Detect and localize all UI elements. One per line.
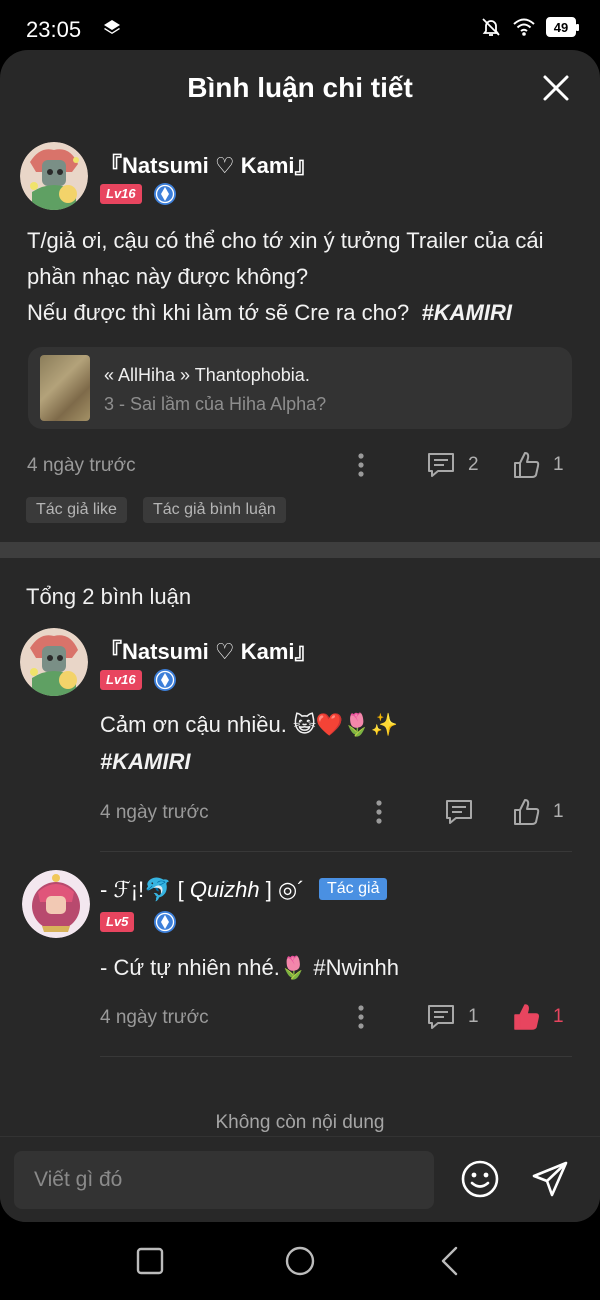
comment-count-button[interactable]: 1 [426, 1002, 479, 1032]
avatar[interactable] [22, 870, 90, 938]
hashtag-link[interactable]: #KAMIRI [422, 300, 512, 325]
story-title: « AllHiha » Thantophobia. [104, 365, 310, 385]
bell-off-icon [482, 18, 500, 36]
level-badge: Lv16 [100, 184, 142, 204]
reply-text-line-1: - Cứ tự nhiên nhé.🌷 #Nwinhh [100, 955, 399, 980]
like-count: 1 [553, 1006, 564, 1027]
thumbs-up-icon [514, 799, 540, 825]
status-time: 23:05 [26, 17, 82, 42]
comment-input[interactable] [14, 1151, 434, 1209]
system-nav-bar [0, 1222, 600, 1300]
end-of-content-label: Không còn nội dung [215, 1112, 385, 1133]
reply-separator [100, 1056, 572, 1057]
section-divider [0, 542, 600, 558]
battery-indicator: 49 [546, 17, 579, 37]
user-name[interactable]: 『Natsumi ♡ Kami』 [100, 148, 317, 180]
like-button-active[interactable]: 1 [511, 1002, 564, 1032]
hashtag-link[interactable]: #KAMIRI [100, 744, 190, 780]
diamond-badge-icon [154, 911, 176, 933]
reply-text-line-1: Cảm ơn cậu nhiều. 😺❤️🌷✨ [100, 712, 399, 737]
like-count: 1 [553, 801, 564, 822]
wifi-icon [513, 18, 535, 36]
page-title: Bình luận chi tiết [187, 72, 413, 103]
author-tag: Tác giả [319, 878, 388, 900]
comment-text-line-1: T/giả ơi, cậu có thể cho tớ xin ý tưởng … [27, 228, 544, 253]
level-badge: Lv16 [100, 670, 142, 690]
total-comments-label: Tổng 2 bình luận [26, 584, 192, 609]
author-liked-chip: Tác giả like [26, 497, 127, 523]
emoji-icon[interactable] [460, 1159, 500, 1199]
user-name[interactable]: - ℱ¡!🐬 [ Quizhh ] ◎´ [100, 877, 304, 903]
close-icon[interactable] [542, 74, 570, 102]
comment-time: 4 ngày trước [27, 455, 136, 476]
comment-detail-sheet: Bình luận chi tiết 『Natsumi ♡ Kami』 Lv16… [0, 50, 600, 1222]
home-icon[interactable] [283, 1244, 317, 1278]
comment-count: 1 [468, 1006, 479, 1027]
reply-time: 4 ngày trước [100, 802, 209, 823]
comment-text-line-3: Nếu được thì khi làm tớ sẽ Cre ra cho? #… [27, 300, 512, 325]
send-icon[interactable] [530, 1159, 570, 1199]
level-badge: Lv5 [100, 912, 135, 932]
recent-apps-icon[interactable] [133, 1244, 167, 1278]
like-count: 1 [553, 454, 564, 475]
layers-icon [104, 20, 120, 34]
thumbs-up-filled-icon [514, 1004, 539, 1030]
reply-time: 4 ngày trước [100, 1007, 209, 1028]
avatar[interactable] [20, 628, 88, 696]
comment-icon [446, 800, 472, 824]
diamond-badge-icon [154, 669, 176, 691]
like-button[interactable]: 1 [511, 797, 564, 827]
like-button[interactable]: 1 [511, 450, 564, 480]
more-options-icon[interactable] [375, 799, 383, 825]
thumbs-up-icon [514, 452, 540, 478]
linked-story-card[interactable]: « AllHiha » Thantophobia. 3 - Sai lầm củ… [28, 347, 572, 429]
back-icon[interactable] [433, 1244, 467, 1278]
comment-count: 2 [468, 454, 479, 475]
diamond-badge-icon [154, 183, 176, 205]
sheet-header: Bình luận chi tiết [0, 50, 600, 126]
avatar[interactable] [20, 142, 88, 210]
comment-count-button[interactable]: 2 [426, 450, 479, 480]
comment-icon [428, 453, 454, 477]
status-icons: 49 [480, 16, 579, 38]
comment-icon [428, 1005, 454, 1029]
reply-button[interactable] [444, 797, 474, 827]
reply-separator [100, 851, 572, 852]
more-options-icon[interactable] [357, 452, 365, 478]
author-commented-chip: Tác giả bình luận [143, 497, 286, 523]
user-name[interactable]: 『Natsumi ♡ Kami』 [100, 634, 317, 666]
more-options-icon[interactable] [357, 1004, 365, 1030]
comment-input-bar [0, 1136, 600, 1222]
story-chapter: 3 - Sai lầm của Hiha Alpha? [104, 394, 327, 414]
story-thumbnail [40, 355, 90, 421]
comment-text-line-2: phần nhạc này được không? [27, 264, 309, 289]
